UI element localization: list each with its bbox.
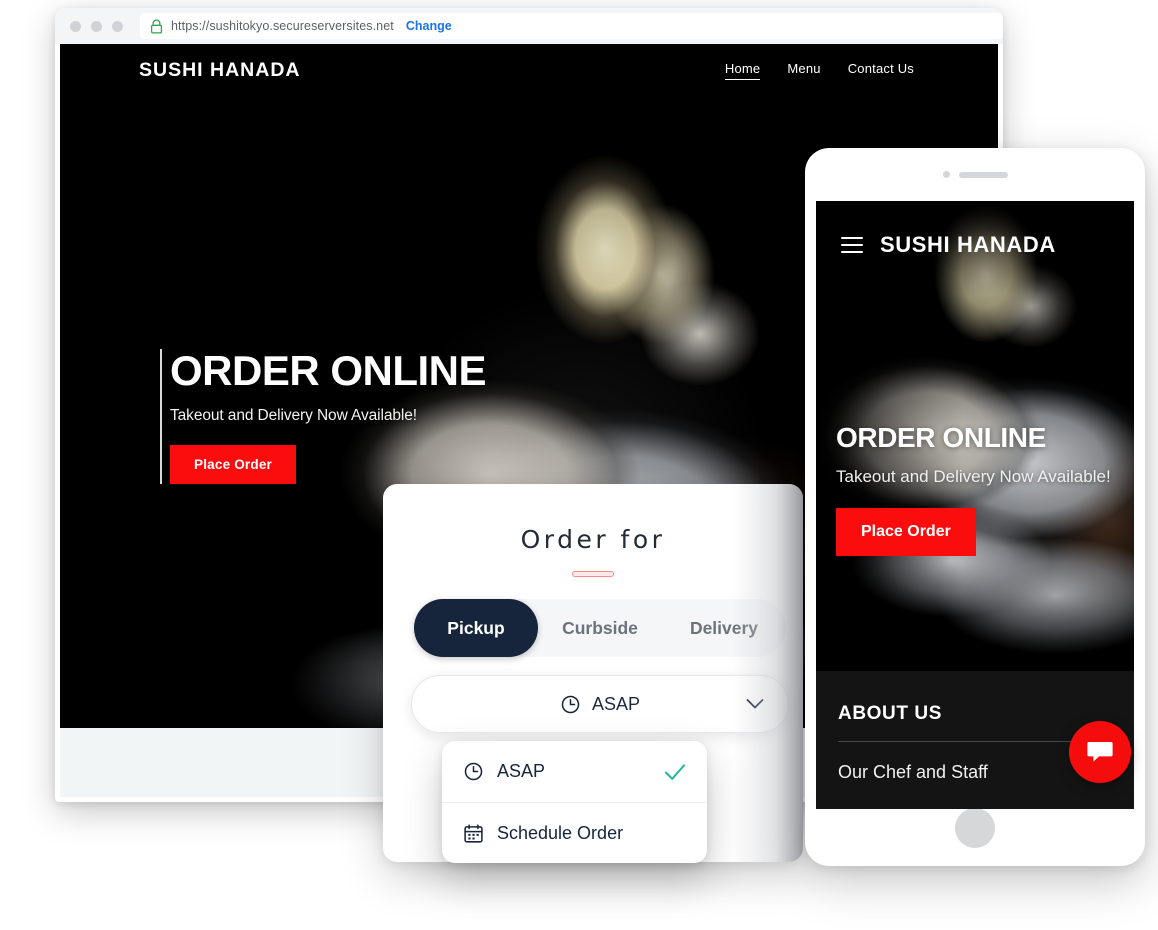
order-type-segmented-control: Pickup Curbside Delivery bbox=[414, 599, 786, 657]
url-text: https://sushitokyo.secureserversites.net bbox=[171, 19, 394, 33]
dropdown-item-asap[interactable]: ASAP bbox=[442, 741, 707, 802]
order-time-dropdown-menu: ASAP Schedule Order bbox=[442, 741, 707, 863]
window-close-dot[interactable] bbox=[70, 20, 81, 32]
phone-screen: SUSHI HANADA ORDER ONLINE Takeout and De… bbox=[816, 201, 1134, 809]
window-minimize-dot[interactable] bbox=[91, 20, 102, 32]
hero-subtitle: Takeout and Delivery Now Available! bbox=[170, 406, 417, 424]
address-bar[interactable]: https://sushitokyo.secureserversites.net… bbox=[140, 13, 1003, 39]
window-controls bbox=[70, 20, 123, 32]
order-type-pickup[interactable]: Pickup bbox=[414, 599, 538, 657]
hero-copy: ORDER ONLINE Takeout and Delivery Now Av… bbox=[160, 347, 487, 484]
check-icon bbox=[664, 763, 686, 780]
browser-chrome: https://sushitokyo.secureserversites.net… bbox=[55, 8, 1003, 44]
nav-item-menu[interactable]: Menu bbox=[787, 61, 820, 79]
phone-place-order-button[interactable]: Place Order bbox=[836, 507, 976, 556]
nav-item-contact-us[interactable]: Contact Us bbox=[848, 61, 914, 79]
site-brand: SUSHI HANADA bbox=[139, 58, 301, 81]
order-type-curbside[interactable]: Curbside bbox=[538, 599, 662, 657]
mockup-stage: https://sushitokyo.secureserversites.net… bbox=[0, 0, 1158, 930]
phone-hero-copy: ORDER ONLINE Takeout and Delivery Now Av… bbox=[836, 423, 1116, 556]
clock-icon bbox=[464, 762, 483, 781]
chat-widget-button[interactable] bbox=[1069, 721, 1131, 783]
hero-title: ORDER ONLINE bbox=[170, 347, 487, 394]
phone-hero-subtitle: Takeout and Delivery Now Available! bbox=[836, 467, 1111, 487]
chevron-down-icon bbox=[746, 699, 764, 709]
lock-icon bbox=[150, 18, 163, 34]
dropdown-item-schedule-order-label: Schedule Order bbox=[497, 822, 624, 843]
site-nav-links: Home Menu Contact Us bbox=[724, 61, 914, 80]
change-url-link[interactable]: Change bbox=[406, 19, 452, 33]
order-time-value-group: ASAP bbox=[560, 694, 640, 715]
order-time-value: ASAP bbox=[591, 693, 641, 714]
phone-brand: SUSHI HANADA bbox=[880, 232, 1056, 257]
window-maximize-dot[interactable] bbox=[112, 20, 123, 32]
nav-item-home[interactable]: Home bbox=[724, 61, 761, 80]
order-time-select[interactable]: ASAP bbox=[411, 675, 789, 733]
phone-camera-icon bbox=[942, 171, 950, 178]
calendar-icon bbox=[464, 823, 483, 843]
hamburger-menu-icon[interactable] bbox=[841, 237, 863, 253]
dropdown-item-schedule-order[interactable]: Schedule Order bbox=[442, 802, 707, 863]
order-card-heading: Order for bbox=[520, 525, 666, 554]
phone-navbar: SUSHI HANADA bbox=[816, 201, 1134, 289]
chat-bubble-icon bbox=[1087, 742, 1113, 762]
order-card-divider bbox=[572, 571, 614, 577]
phone-hero-title: ORDER ONLINE bbox=[836, 422, 1046, 453]
site-navbar: SUSHI HANADA Home Menu Contact Us bbox=[60, 44, 998, 96]
phone-speaker-grille bbox=[958, 171, 1008, 178]
place-order-button[interactable]: Place Order bbox=[170, 444, 296, 484]
phone-home-button[interactable] bbox=[955, 808, 995, 848]
order-type-delivery[interactable]: Delivery bbox=[662, 599, 786, 657]
dropdown-item-asap-label: ASAP bbox=[497, 761, 546, 781]
clock-icon bbox=[561, 695, 580, 713]
phone-top-bezel bbox=[805, 148, 1145, 201]
